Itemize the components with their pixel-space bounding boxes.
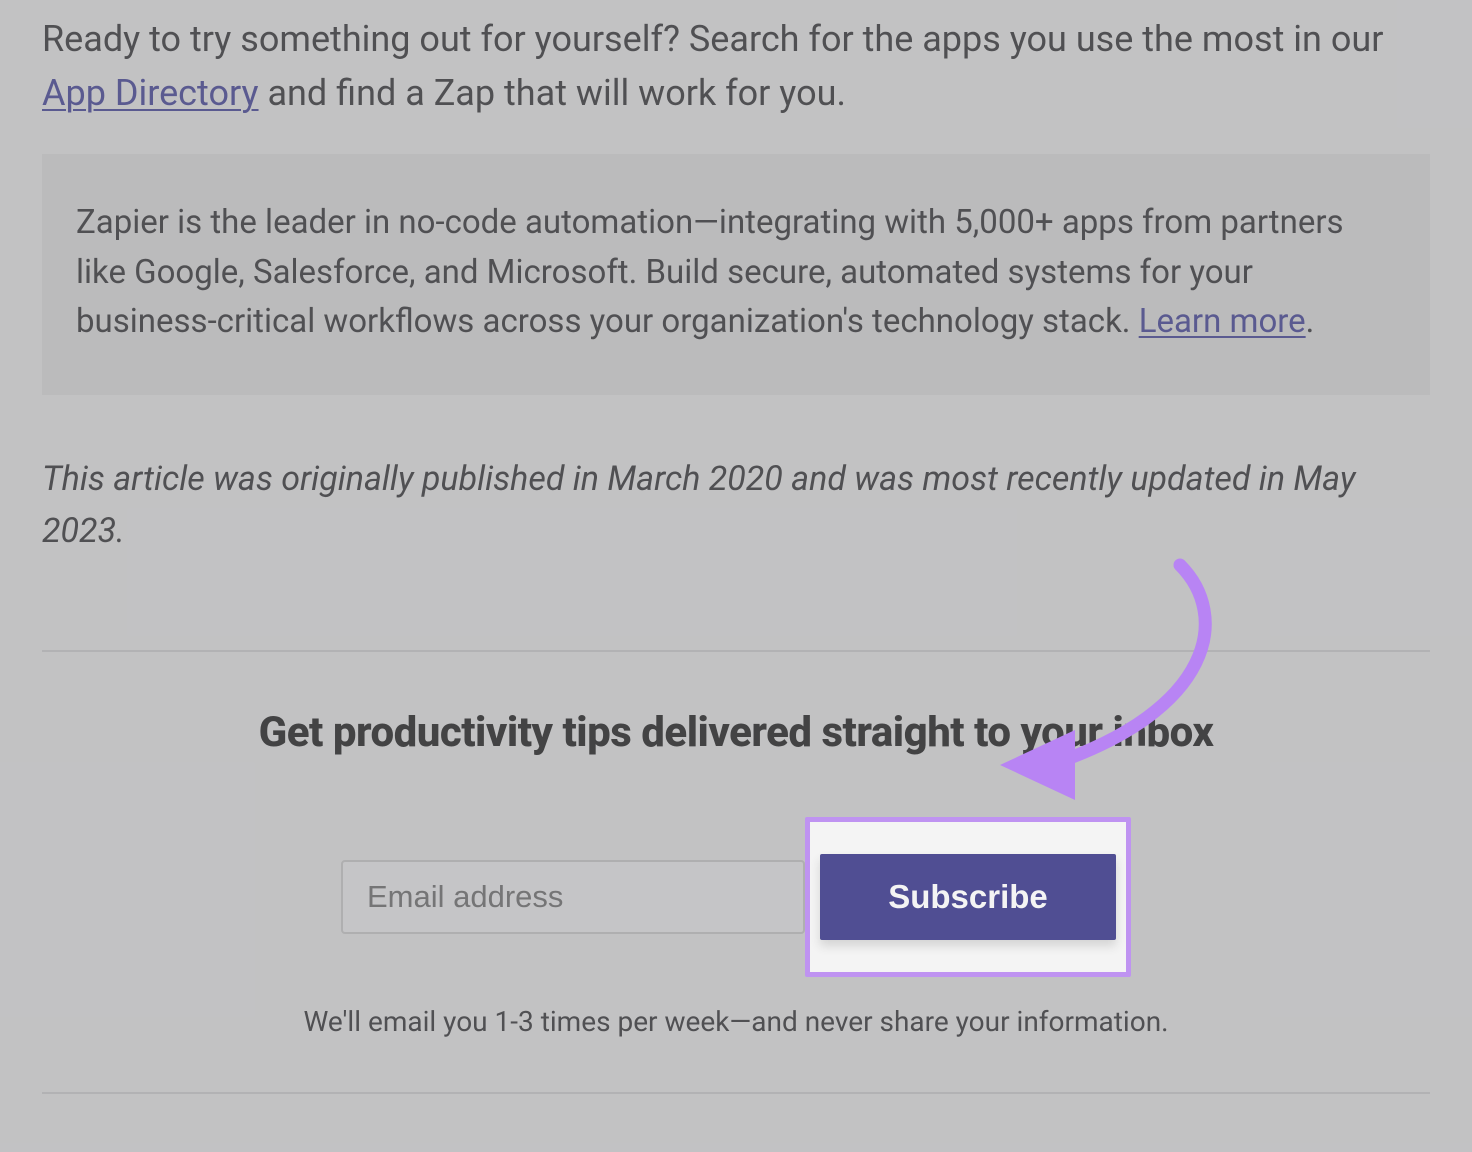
intro-text-after: and find a Zap that will work for you. [259, 72, 846, 114]
intro-paragraph: Ready to try something out for yourself?… [42, 12, 1430, 120]
subscribe-button[interactable]: Subscribe [820, 854, 1116, 940]
callout-box: Zapier is the leader in no-code automati… [42, 154, 1430, 395]
app-directory-link[interactable]: App Directory [42, 72, 259, 114]
subscribe-section: Get productivity tips delivered straight… [42, 652, 1430, 1038]
subscribe-caption: We'll email you 1-3 times per week—and n… [42, 1005, 1430, 1038]
subscribe-heading: Get productivity tips delivered straight… [42, 708, 1430, 757]
divider-bottom [42, 1092, 1430, 1094]
subscribe-highlight-box: Subscribe [805, 817, 1131, 977]
learn-more-link[interactable]: Learn more [1139, 302, 1306, 341]
article-content: Ready to try something out for yourself?… [0, 0, 1472, 1094]
callout-text-after: . [1306, 302, 1315, 341]
callout-text: Zapier is the leader in no-code automati… [76, 198, 1396, 347]
email-input[interactable] [341, 860, 805, 934]
subscribe-form: Subscribe [42, 817, 1430, 977]
publication-note: This article was originally published in… [42, 453, 1430, 558]
intro-text-before: Ready to try something out for yourself?… [42, 18, 1383, 60]
